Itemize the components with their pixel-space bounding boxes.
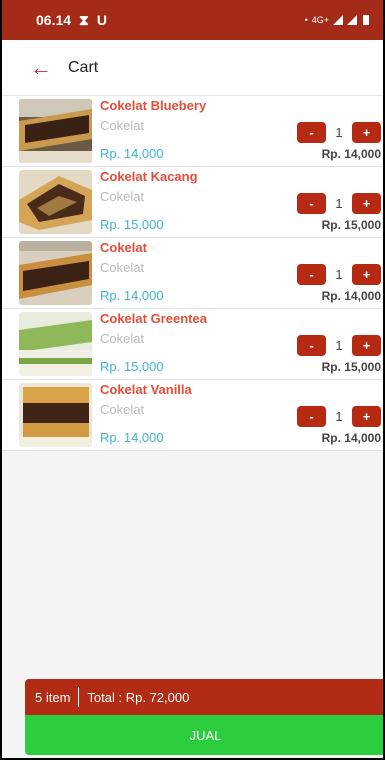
product-category: Cokelat [100,402,145,417]
product-price: Rp. 15,000 [100,359,164,374]
product-image [19,241,92,305]
item-subtotal: Rp. 14,000 [321,147,381,161]
decrease-button[interactable]: - [297,335,326,356]
cart-item[interactable]: Cokelat Greentea Cokelat Rp. 15,000 - 1 … [2,309,383,380]
quantity-stepper: - 1 + [297,122,381,143]
product-category: Cokelat [100,189,145,204]
page-title: Cart [68,58,99,76]
product-name: Cokelat Kacang [100,169,198,184]
product-price: Rp. 15,000 [100,217,164,232]
product-category: Cokelat [100,331,145,346]
cart-list: Cokelat Bluebery Cokelat Rp. 14,000 - 1 … [2,96,383,451]
quantity-value: 1 [335,125,343,140]
decrease-button[interactable]: - [297,193,326,214]
quantity-stepper: - 1 + [297,193,381,214]
app-bar: ← Cart [2,40,383,96]
item-subtotal: Rp. 15,000 [321,218,381,232]
decrease-button[interactable]: - [297,406,326,427]
quantity-value: 1 [335,338,343,353]
product-price: Rp. 14,000 [100,146,164,161]
back-arrow-icon[interactable]: ← [30,56,52,79]
cart-item[interactable]: Cokelat Vanilla Cokelat Rp. 14,000 - 1 +… [2,380,383,451]
dot-icon: • [304,15,308,25]
checkout-footer: 5 item Total : Rp. 72,000 JUAL [25,679,383,755]
product-category: Cokelat [100,118,145,133]
cart-item[interactable]: Cokelat Kacang Cokelat Rp. 15,000 - 1 + … [2,167,383,238]
product-price: Rp. 14,000 [100,288,164,303]
product-name: Cokelat [100,240,147,255]
hourglass-icon: ⧗ [79,11,89,28]
quantity-stepper: - 1 + [297,264,381,285]
sell-button[interactable]: JUAL [25,715,383,755]
item-subtotal: Rp. 15,000 [321,360,381,374]
decrease-button[interactable]: - [297,122,326,143]
cart-summary: 5 item Total : Rp. 72,000 [25,679,383,715]
quantity-stepper: - 1 + [297,335,381,356]
cart-item[interactable]: Cokelat Cokelat Rp. 14,000 - 1 + Rp. 14,… [2,238,383,309]
status-time: 06.14 [36,12,72,28]
cart-total: Total : Rp. 72,000 [87,689,190,705]
quantity-stepper: - 1 + [297,406,381,427]
product-price: Rp. 14,000 [100,430,164,445]
item-count: 5 item [35,689,71,705]
quantity-value: 1 [335,267,343,282]
increase-button[interactable]: + [352,193,381,214]
increase-button[interactable]: + [352,264,381,285]
quantity-value: 1 [335,409,343,424]
increase-button[interactable]: + [352,122,381,143]
signal-icon [333,15,343,25]
decrease-button[interactable]: - [297,264,326,285]
app-screen: 06.14 ⧗ U • 4G+ ← Cart Cokelat Bluebery … [0,0,385,760]
status-bar: 06.14 ⧗ U • 4G+ [2,0,383,40]
cart-item[interactable]: Cokelat Bluebery Cokelat Rp. 14,000 - 1 … [2,96,383,167]
product-image [19,383,92,447]
product-name: Cokelat Vanilla [100,382,192,397]
signal-icon [347,15,357,25]
product-image [19,312,92,376]
product-name: Cokelat Bluebery [100,98,207,113]
product-name: Cokelat Greentea [100,311,207,326]
item-subtotal: Rp. 14,000 [321,289,381,303]
battery-icon [363,15,369,25]
increase-button[interactable]: + [352,406,381,427]
increase-button[interactable]: + [352,335,381,356]
product-image [19,170,92,234]
quantity-value: 1 [335,196,343,211]
divider [78,687,80,707]
product-image [19,99,92,163]
product-category: Cokelat [100,260,145,275]
network-type: 4G+ [311,15,329,25]
notification-icon: U [96,12,107,28]
item-subtotal: Rp. 14,000 [321,431,381,445]
